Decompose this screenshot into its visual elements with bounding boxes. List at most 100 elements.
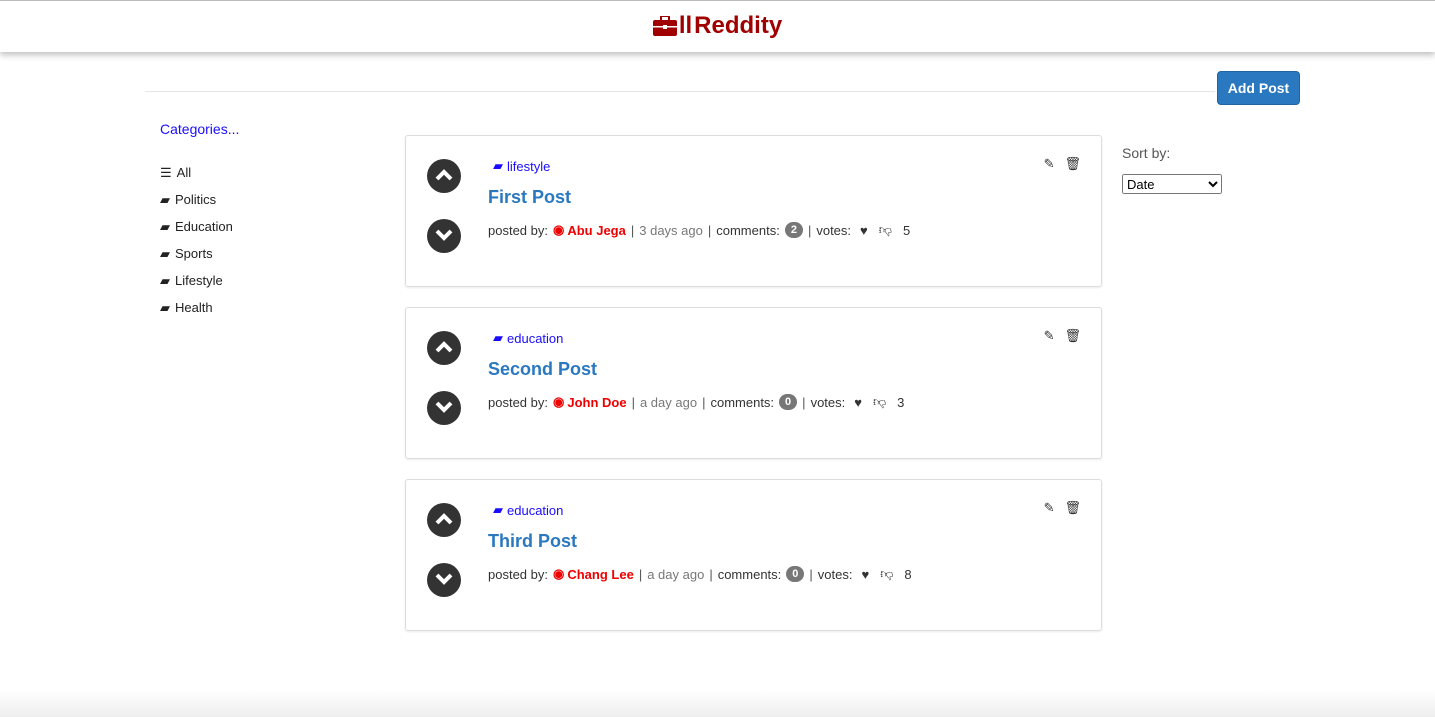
vote-count: 3 [897, 394, 905, 410]
post-time: a day ago [647, 566, 705, 582]
user-icon: ◉ [553, 394, 565, 409]
book-icon: ▰ [160, 191, 170, 207]
heart-icon[interactable]: ♥ [860, 223, 868, 238]
post-time: 3 days ago [639, 222, 703, 238]
list-icon: ☰ [160, 164, 172, 180]
comments-label: comments: [717, 566, 782, 582]
post-category-label: education [507, 330, 564, 346]
post-meta: posted by: ◉ John Doe | a day ago | comme… [488, 394, 904, 410]
chevron-up-icon [435, 340, 453, 356]
category-all[interactable]: ☰ All [160, 159, 239, 186]
post-author[interactable]: ◉ Chang Lee [553, 566, 634, 582]
thumbs-down-icon[interactable]: 👎︎ [879, 222, 892, 238]
post-title[interactable]: Second Post [488, 359, 597, 380]
footer [0, 690, 1435, 717]
category-education[interactable]: ▰ Education [160, 213, 239, 240]
post-author[interactable]: ◉ John Doe [553, 394, 627, 410]
votes-label: votes: [817, 566, 853, 582]
categories-sidebar: Categories... ☰ All ▰ Politics ▰ Education … [160, 121, 239, 321]
categories-title[interactable]: Categories... [160, 121, 239, 137]
post-card: ▰ education Second Post posted by: ◉ John … [405, 307, 1102, 459]
post-category[interactable]: ▰ education [493, 330, 563, 346]
thumbs-down-icon[interactable]: 👎︎ [873, 394, 886, 410]
downvote-button[interactable] [427, 219, 461, 253]
post-title[interactable]: First Post [488, 187, 571, 208]
category-label: All [176, 165, 192, 180]
separator: | [631, 394, 635, 410]
post-card: ▰ lifestyle First Post posted by: ◉ Abu Je… [405, 135, 1102, 287]
separator: | [702, 394, 706, 410]
user-icon: ◉ [553, 222, 565, 237]
posted-by-label: posted by: [488, 222, 548, 238]
separator: | [709, 566, 713, 582]
trash-icon[interactable]: 🗑︎ [1064, 328, 1081, 344]
author-name: John Doe [567, 394, 627, 410]
edit-icon[interactable]: ✎ [1044, 500, 1055, 516]
add-post-button[interactable]: Add Post [1217, 71, 1300, 105]
separator: | [707, 222, 712, 238]
brand-bars: ll [678, 12, 693, 39]
post-time: a day ago [639, 394, 698, 410]
post-category[interactable]: ▰ education [493, 502, 563, 518]
edit-icon[interactable]: ✎ [1044, 328, 1055, 344]
post-author[interactable]: ◉ Abu Jega [553, 222, 626, 238]
edit-icon[interactable]: ✎ [1044, 156, 1055, 172]
category-label: Lifestyle [175, 273, 223, 288]
downvote-button[interactable] [427, 391, 461, 425]
post-category-label: lifestyle [507, 158, 551, 174]
separator: | [802, 394, 806, 410]
downvote-button[interactable] [427, 563, 461, 597]
brand-logo[interactable]: ll Reddity [652, 12, 783, 40]
separator: | [807, 222, 812, 238]
book-icon: ▰ [160, 218, 170, 234]
top-navbar: ll Reddity [0, 0, 1435, 52]
vote-count: 8 [904, 566, 912, 582]
post-category[interactable]: ▰ lifestyle [493, 158, 550, 174]
comments-badge: 0 [786, 566, 805, 582]
category-label: Education [175, 219, 233, 234]
chevron-up-icon [435, 512, 453, 528]
post-category-label: education [507, 502, 564, 518]
divider [145, 91, 1215, 92]
vote-count: 5 [902, 222, 911, 238]
trash-icon[interactable]: 🗑︎ [1064, 156, 1081, 172]
heart-icon[interactable]: ♥ [861, 567, 869, 582]
book-icon: ▰ [160, 245, 170, 261]
upvote-button[interactable] [427, 159, 461, 193]
book-icon: ▰ [493, 502, 503, 517]
sort-select[interactable]: Date [1122, 174, 1222, 194]
author-name: Abu Jega [567, 222, 626, 238]
post-meta: posted by: ◉ Abu Jega | 3 days ago | comm… [488, 222, 910, 238]
book-icon: ▰ [160, 299, 170, 315]
trash-icon[interactable]: 🗑︎ [1064, 500, 1081, 516]
posted-by-label: posted by: [488, 566, 548, 582]
category-politics[interactable]: ▰ Politics [160, 186, 239, 213]
book-icon: ▰ [493, 158, 503, 173]
brand-name: Reddity [694, 12, 783, 39]
user-icon: ◉ [553, 566, 565, 581]
author-name: Chang Lee [567, 566, 634, 582]
chevron-down-icon [435, 573, 453, 588]
post-title[interactable]: Third Post [488, 531, 577, 552]
separator: | [638, 566, 643, 582]
category-label: Health [175, 300, 213, 315]
book-icon: ▰ [493, 330, 503, 345]
chevron-down-icon [435, 401, 453, 416]
category-lifestyle[interactable]: ▰ Lifestyle [160, 267, 239, 294]
separator: | [630, 222, 635, 238]
category-health[interactable]: ▰ Health [160, 294, 239, 321]
category-sports[interactable]: ▰ Sports [160, 240, 239, 267]
heart-icon[interactable]: ♥ [854, 395, 862, 410]
comments-badge: 0 [779, 394, 798, 410]
sort-label: Sort by: [1122, 145, 1171, 161]
thumbs-down-icon[interactable]: 👎︎ [880, 566, 893, 582]
post-card: ▰ education Third Post posted by: ◉ Chang … [405, 479, 1102, 631]
post-meta: posted by: ◉ Chang Lee | a day ago | comm… [488, 566, 912, 582]
votes-label: votes: [810, 394, 846, 410]
separator: | [809, 566, 813, 582]
upvote-button[interactable] [427, 331, 461, 365]
upvote-button[interactable] [427, 503, 461, 537]
comments-label: comments: [710, 394, 775, 410]
posted-by-label: posted by: [488, 394, 548, 410]
chevron-down-icon [435, 229, 453, 244]
